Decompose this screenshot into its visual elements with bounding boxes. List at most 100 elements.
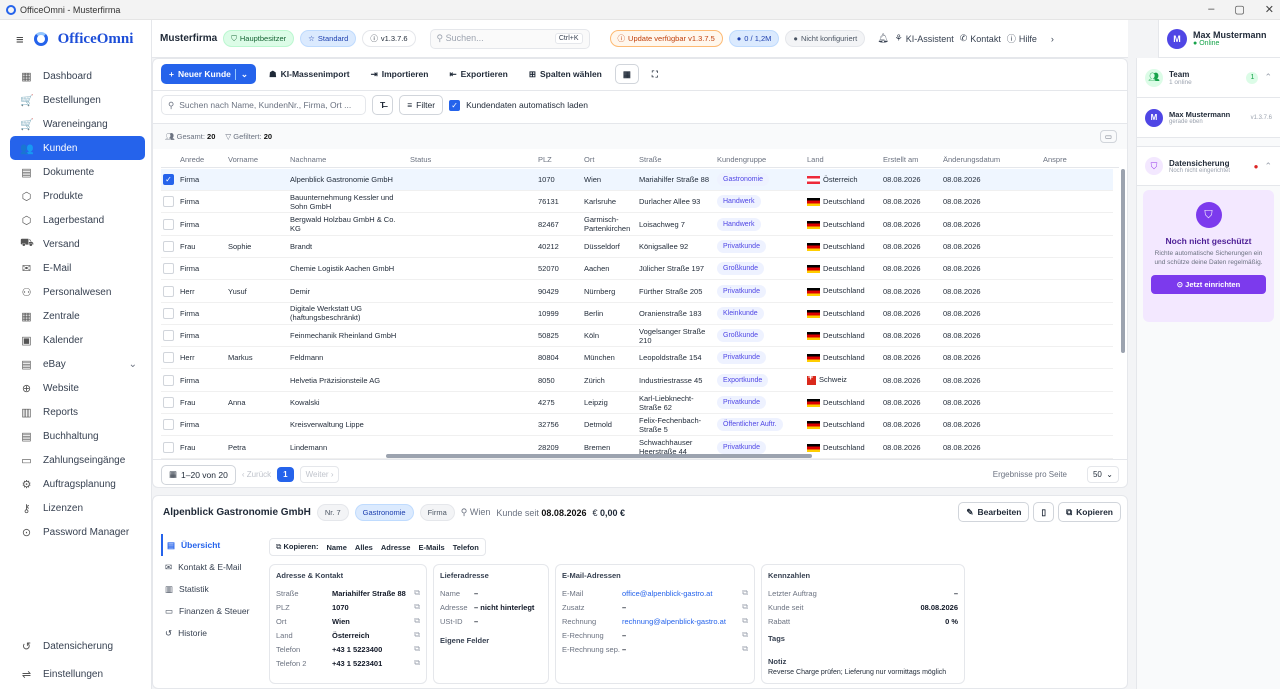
copy-icon[interactable]: ⧉ bbox=[414, 588, 420, 598]
table-row[interactable]: Herr Yusuf Demir 90429 Nürnberg Fürther Straß… bbox=[161, 281, 1113, 303]
sidebar-item-buchhaltung[interactable]: ▤ Buchhaltung bbox=[10, 424, 145, 448]
copy-icon[interactable]: ⧉ bbox=[414, 630, 420, 640]
chevron-up-icon[interactable]: ⌃ bbox=[1264, 161, 1272, 172]
column-header[interactable]: Ort bbox=[584, 155, 639, 164]
column-header[interactable]: Anrede bbox=[180, 155, 228, 164]
copy-icon[interactable]: ⧉ bbox=[414, 616, 420, 626]
autoload-checkbox[interactable]: ✓ bbox=[449, 99, 461, 111]
sidebar-item-website[interactable]: ⊕ Website bbox=[10, 376, 145, 400]
row-checkbox[interactable] bbox=[163, 307, 174, 319]
config-badge[interactable]: ● Nicht konfiguriert bbox=[785, 30, 866, 47]
setup-backup-button[interactable]: ⊙ Jetzt einrichten bbox=[1151, 275, 1266, 294]
tab-4[interactable]: ↺ Historie bbox=[161, 622, 261, 644]
sidebar-item-produkte[interactable]: ⬡ Produkte bbox=[10, 184, 145, 208]
minimize-button[interactable]: – bbox=[1208, 3, 1214, 16]
row-checkbox[interactable] bbox=[163, 330, 174, 342]
view-toggle-button[interactable]: ▦ bbox=[614, 64, 639, 84]
sidebar-item-datensicherung[interactable]: ↺ Datensicherung bbox=[10, 633, 145, 659]
per-page-select[interactable]: 50 ⌄ bbox=[1086, 466, 1119, 483]
row-checkbox[interactable] bbox=[163, 397, 174, 408]
maximize-button[interactable]: ▢ bbox=[1234, 3, 1244, 16]
copy-option[interactable]: E-Mails bbox=[418, 543, 444, 552]
row-checkbox[interactable] bbox=[163, 240, 174, 252]
new-customer-button[interactable]: + Neuer Kunde ⌄ bbox=[161, 64, 256, 84]
column-header[interactable]: Land bbox=[807, 155, 883, 164]
row-checkbox[interactable] bbox=[163, 419, 174, 431]
tab-1[interactable]: ✉ Kontakt & E-Mail bbox=[161, 556, 261, 578]
close-button[interactable]: ✕ bbox=[1265, 3, 1274, 16]
sidebar-item-ebay[interactable]: ▤ eBay ⌄ bbox=[10, 352, 145, 376]
column-header[interactable]: Status bbox=[410, 155, 538, 164]
sidebar-item-dokumente[interactable]: ▤ Dokumente bbox=[10, 160, 145, 184]
fullscreen-button[interactable]: ⛶ bbox=[644, 64, 666, 84]
sidebar-item-versand[interactable]: ⛟ Versand bbox=[10, 232, 145, 256]
ai-assistant-link[interactable]: ⚘ KI-Assistent bbox=[895, 33, 954, 44]
sidebar-item-lizenzen[interactable]: ⚷ Lizenzen bbox=[10, 496, 145, 520]
table-row[interactable]: Firma Chemie Logistik Aachen GmbH 52070 Aac… bbox=[161, 258, 1113, 281]
row-checkbox[interactable]: ✓ bbox=[163, 174, 174, 185]
field-value[interactable]: rechnung@alpenblick-gastro.at bbox=[622, 617, 742, 626]
row-checkbox[interactable] bbox=[163, 352, 174, 364]
sidebar-item-dashboard[interactable]: ▦ Dashboard bbox=[10, 64, 145, 88]
copy-option[interactable]: Name bbox=[326, 543, 346, 552]
chevron-down-icon[interactable]: ⌄ bbox=[234, 68, 248, 80]
global-search-input[interactable]: ⚲ Suchen... Ctrl+K bbox=[429, 28, 590, 49]
ai-import-button[interactable]: ☗ KI-Massenimport bbox=[261, 64, 358, 84]
import-button[interactable]: ⇥ Importieren bbox=[363, 64, 437, 84]
team-member[interactable]: M Max Mustermann gerade eben v1.3.7.6 bbox=[1137, 98, 1280, 138]
card-view-icon[interactable]: ▭ bbox=[1099, 130, 1117, 143]
column-header[interactable]: Vorname bbox=[228, 155, 290, 164]
sidebar-item-einstellungen[interactable]: ⇌ Einstellungen bbox=[10, 661, 145, 687]
row-checkbox[interactable] bbox=[163, 218, 174, 230]
bell-icon[interactable]: 🔔︎ bbox=[877, 33, 888, 44]
user-menu[interactable]: M Max Mustermann ● Online bbox=[1158, 20, 1280, 58]
sidebar-item-reports[interactable]: ▥ Reports bbox=[10, 400, 145, 424]
sidebar-item-kunden[interactable]: 👥 Kunden bbox=[10, 136, 145, 160]
row-checkbox[interactable] bbox=[163, 285, 174, 297]
copy-icon[interactable]: ⧉ bbox=[742, 602, 748, 612]
company-name[interactable]: Musterfirma bbox=[160, 33, 217, 44]
sidebar-item-lagerbestand[interactable]: ⬡ Lagerbestand bbox=[10, 208, 145, 232]
chevron-up-icon[interactable]: ⌃ bbox=[1264, 72, 1272, 83]
expand-panel-icon[interactable]: › bbox=[1051, 34, 1054, 44]
copy-icon[interactable]: ⧉ bbox=[414, 644, 420, 654]
sidebar-item-bestellungen[interactable]: 🛒 Bestellungen bbox=[10, 88, 145, 112]
copy-option[interactable]: Alles bbox=[355, 543, 373, 552]
filter-button[interactable]: ≡ Filter bbox=[399, 95, 444, 115]
chevron-down-icon[interactable]: ⌄ bbox=[129, 359, 137, 370]
copy-option[interactable]: Telefon bbox=[453, 543, 479, 552]
copy-button[interactable]: ⧉ Kopieren bbox=[1058, 502, 1121, 522]
next-page-button[interactable]: Weiter › bbox=[299, 466, 340, 483]
copy-icon[interactable]: ⧉ bbox=[742, 644, 748, 654]
horizontal-scrollbar[interactable] bbox=[386, 454, 812, 458]
sidebar-item-zahlungseingänge[interactable]: ▭ Zahlungseingänge bbox=[10, 448, 145, 472]
sidebar-item-password-manager[interactable]: ⊙ Password Manager bbox=[10, 520, 145, 544]
field-value[interactable]: office@alpenblick-gastro.at bbox=[622, 589, 742, 598]
sidebar-item-personalwesen[interactable]: ⚇ Personalwesen bbox=[10, 280, 145, 304]
column-header[interactable]: Kundengruppe bbox=[717, 155, 807, 164]
table-row[interactable]: Herr Markus Feldmann 80804 München Leopoldstr… bbox=[161, 347, 1113, 370]
sidebar-item-kalender[interactable]: ▣ Kalender bbox=[10, 328, 145, 352]
column-header[interactable]: Änderungsdatum bbox=[943, 155, 1043, 164]
tab-3[interactable]: ▭ Finanzen & Steuer bbox=[161, 600, 261, 622]
backup-widget[interactable]: ⛉ Datensicherung Noch nicht eingerichtet … bbox=[1137, 146, 1280, 186]
storage-badge[interactable]: ● 0 / 1,2M bbox=[728, 30, 780, 47]
team-widget[interactable]: 👥︎ Team 1 online 1 ⌃ bbox=[1137, 58, 1280, 98]
table-row[interactable]: Firma Helvetia Präzisionsteile AG 8050 Züri… bbox=[161, 370, 1113, 392]
column-header[interactable]: Anspre bbox=[1043, 155, 1083, 164]
page-1-button[interactable]: 1 bbox=[277, 467, 294, 482]
tab-2[interactable]: ▥ Statistik bbox=[161, 578, 261, 600]
table-row[interactable]: Firma Digitale Werkstatt UG (haftungsbesc… bbox=[161, 303, 1113, 325]
document-button[interactable]: ▯ bbox=[1033, 502, 1055, 522]
vertical-scrollbar[interactable] bbox=[1121, 169, 1125, 353]
table-row[interactable]: ✓ Firma Alpenblick Gastronomie GmbH 1070 Wie… bbox=[161, 169, 1113, 191]
sidebar-item-wareneingang[interactable]: 🛒 Wareneingang bbox=[10, 112, 145, 136]
table-row[interactable]: Frau Sophie Brandt 40212 Düsseldorf Königsall… bbox=[161, 236, 1113, 258]
column-header[interactable]: PLZ bbox=[538, 155, 584, 164]
table-row[interactable]: Firma Feinmechanik Rheinland GmbH 50825 Köl… bbox=[161, 325, 1113, 348]
customer-search-input[interactable]: ⚲ Suchen nach Name, KundenNr., Firma, Ort… bbox=[161, 95, 366, 115]
help-link[interactable]: ⓘ Hilfe bbox=[1007, 32, 1037, 45]
column-header[interactable]: Straße bbox=[639, 155, 717, 164]
copy-icon[interactable]: ⧉ bbox=[414, 602, 420, 612]
copy-option[interactable]: Adresse bbox=[381, 543, 411, 552]
